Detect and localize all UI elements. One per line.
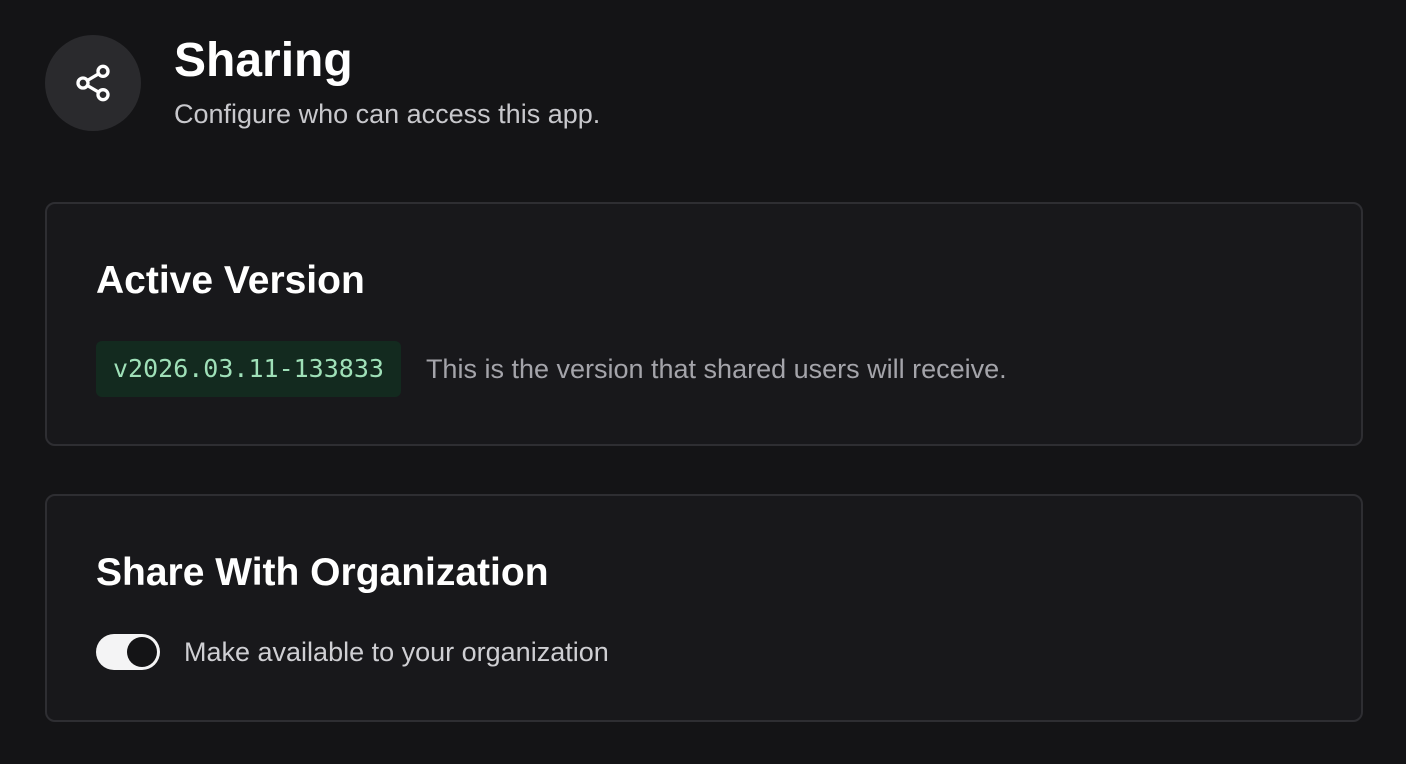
toggle-knob xyxy=(127,637,157,667)
share-organization-toggle[interactable] xyxy=(96,634,160,670)
page-header: Sharing Configure who can access this ap… xyxy=(45,35,600,131)
share-toggle-label: Make available to your organization xyxy=(184,636,609,667)
version-description: This is the version that shared users wi… xyxy=(425,353,1007,384)
share-organization-title: Share With Organization xyxy=(96,551,549,594)
share-organization-card: Share With Organization Make available t… xyxy=(45,494,1363,722)
page-title: Sharing xyxy=(174,34,353,87)
active-version-title: Active Version xyxy=(96,259,365,302)
sharing-page: Sharing Configure who can access this ap… xyxy=(0,0,1406,764)
header-text: Sharing Configure who can access this ap… xyxy=(174,35,600,131)
active-version-card: Active Version v2026.03.11-133833 This i… xyxy=(45,202,1363,446)
version-badge: v2026.03.11-133833 xyxy=(96,341,401,397)
version-row: v2026.03.11-133833 This is the version t… xyxy=(96,341,1007,397)
page-subtitle: Configure who can access this app. xyxy=(174,99,601,129)
share-icon xyxy=(45,35,141,131)
share-toggle-row: Make available to your organization xyxy=(96,634,609,670)
